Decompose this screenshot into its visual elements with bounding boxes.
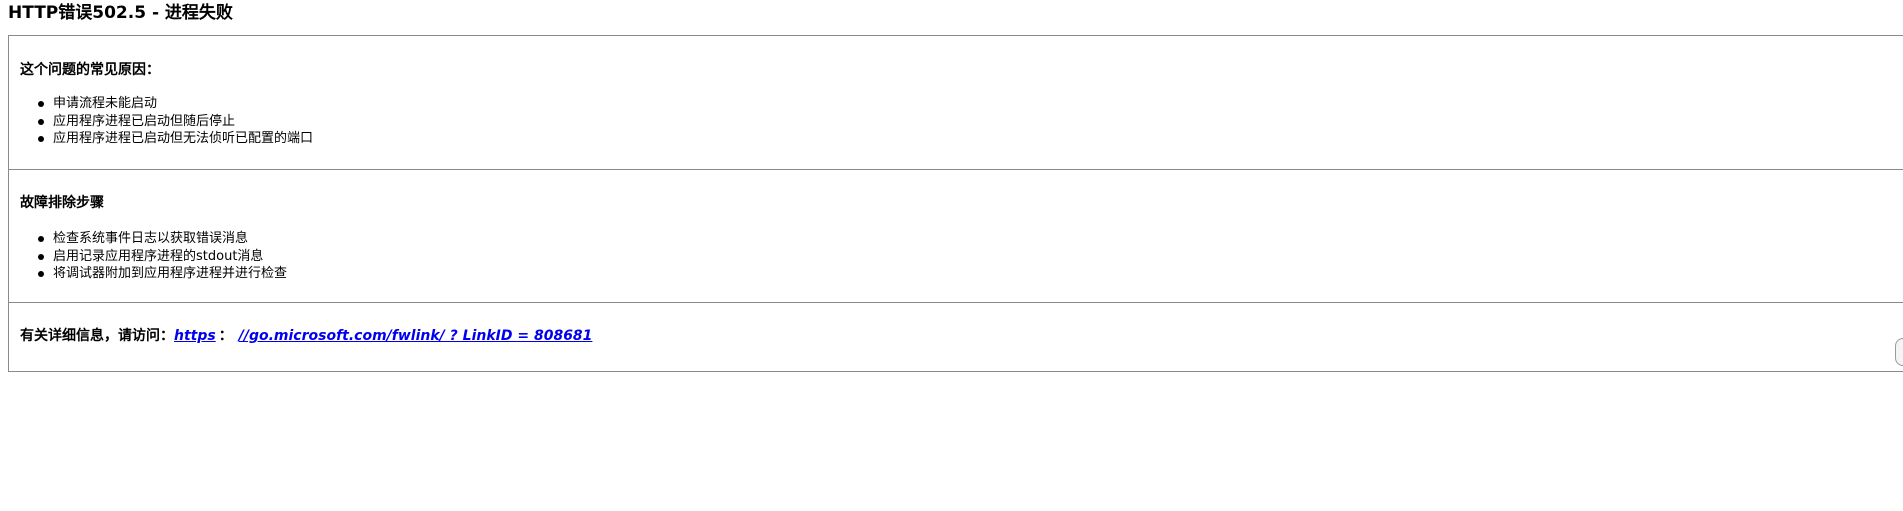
- more-info-label: 有关详细信息，请访问：: [20, 328, 174, 344]
- scroll-handle[interactable]: [1895, 338, 1903, 366]
- troubleshooting-heading: 故障排除步骤: [20, 195, 104, 211]
- bullet-dot-icon: [38, 136, 44, 142]
- list-item-text: 申请流程未能启动: [53, 96, 158, 111]
- list-item: 将调试器附加到应用程序进程并进行检查: [36, 265, 287, 283]
- more-info-panel: 有关详细信息，请访问：https： //go.microsoft.com/fwli…: [8, 302, 1903, 372]
- list-item: 应用程序进程已启动但随后停止: [36, 113, 313, 131]
- common-causes-heading: 这个问题的常见原因：: [20, 62, 160, 78]
- more-info-link-separator: ：: [218, 328, 233, 344]
- troubleshooting-list: 检查系统事件日志以获取错误消息 启用记录应用程序进程的stdout消息 将调试器…: [36, 230, 287, 283]
- list-item: 应用程序进程已启动但无法侦听已配置的端口: [36, 130, 313, 148]
- list-item-text: 将调试器附加到应用程序进程并进行检查: [53, 266, 288, 281]
- troubleshooting-panel: 故障排除步骤 检查系统事件日志以获取错误消息 启用记录应用程序进程的stdout…: [8, 169, 1903, 306]
- list-item-text: 应用程序进程已启动但随后停止: [53, 113, 236, 129]
- bullet-dot-icon: [38, 253, 44, 260]
- common-causes-list: 申请流程未能启动 应用程序进程已启动但随后停止 应用程序进程已启动但无法侦听已配…: [36, 95, 313, 148]
- bullet-dot-icon: [38, 236, 44, 242]
- more-info-link-scheme[interactable]: https: [174, 328, 216, 344]
- more-info-line: 有关详细信息，请访问：https： //go.microsoft.com/fwli…: [20, 327, 592, 345]
- page-title: HTTP错误502.5 - 进程失败: [8, 3, 233, 23]
- list-item: 检查系统事件日志以获取错误消息: [36, 230, 287, 248]
- bullet-dot-icon: [38, 118, 44, 125]
- bullet-dot-icon: [38, 101, 44, 107]
- more-info-link[interactable]: //go.microsoft.com/fwlink/ ? LinkID = 80…: [239, 328, 593, 344]
- list-item-text: 应用程序进程已启动但无法侦听已配置的端口: [53, 131, 314, 146]
- common-causes-panel: 这个问题的常见原因： 申请流程未能启动 应用程序进程已启动但随后停止 应用程序进…: [8, 35, 1903, 172]
- list-item: 申请流程未能启动: [36, 95, 313, 113]
- list-item-text: 启用记录应用程序进程的stdout消息: [53, 248, 264, 264]
- list-item: 启用记录应用程序进程的stdout消息: [36, 248, 287, 266]
- list-item-text: 检查系统事件日志以获取错误消息: [53, 231, 249, 246]
- bullet-dot-icon: [38, 271, 44, 277]
